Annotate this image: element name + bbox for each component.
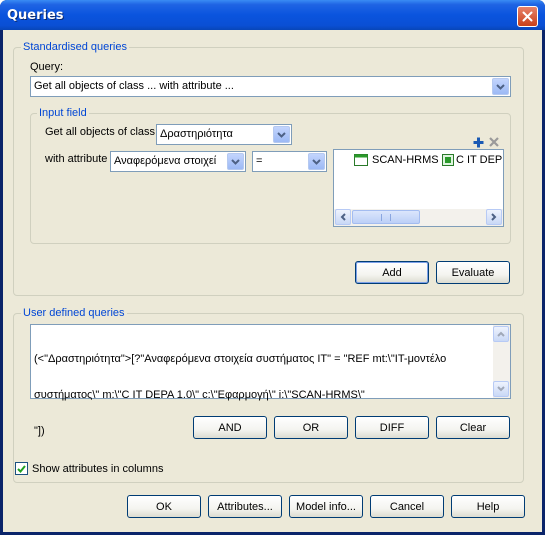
attribute-dropdown-arrow[interactable] (227, 153, 244, 170)
query-select-value: Get all objects of class ... with attrib… (34, 80, 234, 92)
help-button[interactable]: Help (451, 495, 525, 518)
query-text-line: (<"Δραστηριότητα">[?"Αναφερόμενα στοιχεί… (34, 353, 447, 365)
user-defined-queries-legend: User defined queries (21, 307, 127, 319)
input-field-legend: Input field (37, 107, 89, 119)
title-bar[interactable]: Queries (0, 0, 545, 30)
list-horizontal-scrollbar[interactable] (334, 209, 503, 226)
query-select[interactable]: Get all objects of class ... with attrib… (30, 76, 511, 97)
chevron-down-icon (277, 131, 286, 138)
scroll-right-button[interactable] (486, 209, 502, 225)
standardised-queries-legend: Standardised queries (21, 41, 129, 53)
class-dropdown-arrow[interactable] (273, 126, 290, 143)
diff-button[interactable]: DIFF (355, 416, 429, 439)
chevron-down-icon (231, 158, 240, 165)
scroll-left-button[interactable] (335, 209, 351, 225)
show-attributes-label: Show attributes in columns (32, 463, 164, 475)
model-info-button[interactable]: Model info... (289, 495, 363, 518)
and-button[interactable]: AND (193, 416, 267, 439)
close-icon (522, 11, 533, 22)
chevron-left-icon (340, 213, 346, 221)
attribute-select-value: Αναφερόμενα στοιχεί (114, 155, 217, 167)
list-item-label: C IT DEP (456, 154, 503, 166)
show-attributes-checkbox[interactable] (15, 462, 28, 475)
dialog-body: Standardised queries Query: Get all obje… (3, 30, 542, 532)
clear-button[interactable]: Clear (436, 416, 510, 439)
list-item[interactable]: SCAN-HRMS (354, 154, 439, 166)
query-text: (<"Δραστηριότητα">[?"Αναφερόμενα στοιχεί… (34, 329, 446, 461)
query-dropdown-arrow[interactable] (492, 78, 509, 95)
chevron-down-icon (497, 386, 505, 392)
scroll-up-button[interactable] (493, 326, 509, 342)
attribute-label: with attribute (45, 153, 108, 165)
operator-select[interactable]: = (252, 151, 327, 172)
cancel-button[interactable]: Cancel (370, 495, 444, 518)
text-vertical-scrollbar[interactable] (493, 325, 510, 398)
chevron-up-icon (497, 331, 505, 337)
queries-dialog: Queries Standardised queries Query: Get … (0, 0, 545, 535)
query-label: Query: (30, 61, 64, 73)
object-icon (442, 154, 454, 166)
evaluate-button[interactable]: Evaluate (436, 261, 510, 284)
add-button[interactable]: Add (355, 261, 429, 284)
query-text-area[interactable]: (<"Δραστηριότητα">[?"Αναφερόμενα στοιχεί… (30, 324, 511, 437)
class-label: Get all objects of class (45, 126, 156, 138)
remove-value-icon[interactable] (488, 136, 500, 148)
chevron-down-icon (496, 83, 505, 90)
list-item[interactable]: C IT DEP (442, 154, 502, 166)
add-value-icon[interactable] (472, 136, 485, 149)
class-select-value: Δραστηριότητα (160, 128, 233, 140)
class-icon (354, 154, 368, 166)
attributes-button[interactable]: Attributes... (208, 495, 282, 518)
scroll-down-button[interactable] (493, 381, 509, 397)
value-listbox[interactable]: SCAN-HRMS C IT DEP (333, 149, 504, 227)
scroll-thumb[interactable] (352, 210, 420, 224)
close-button[interactable] (517, 6, 538, 27)
query-text-line: συστήματος\" m:\"C IT DEPA 1.0\" c:\"Εφα… (34, 389, 365, 401)
chevron-down-icon (312, 158, 321, 165)
class-select[interactable]: Δραστηριότητα (156, 124, 292, 145)
ok-button[interactable]: OK (127, 495, 201, 518)
operator-dropdown-arrow[interactable] (308, 153, 325, 170)
window-title: Queries (7, 8, 64, 23)
attribute-select[interactable]: Αναφερόμενα στοιχεί (110, 151, 246, 172)
chevron-right-icon (491, 213, 497, 221)
list-item-label: SCAN-HRMS (372, 154, 439, 166)
operator-select-value: = (256, 155, 263, 167)
or-button[interactable]: OR (274, 416, 348, 439)
checkmark-icon (17, 464, 26, 473)
